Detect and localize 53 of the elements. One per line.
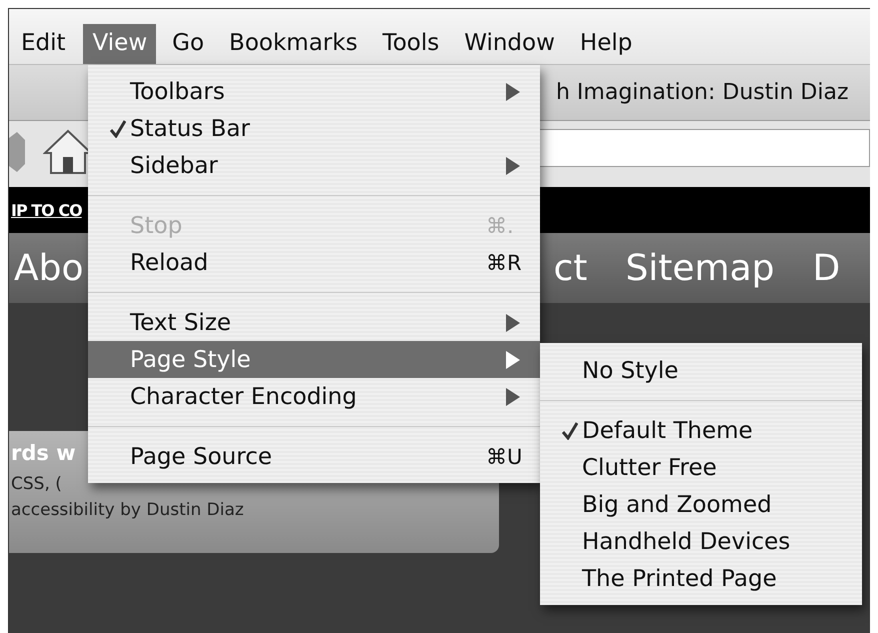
menu-item-label: Big and Zoomed [582, 492, 773, 518]
menu-item-label: Text Size [130, 310, 232, 336]
skip-link[interactable]: IP TO CO [9, 200, 82, 220]
menu-item[interactable]: Big and Zoomed [540, 486, 862, 523]
nav-link[interactable]: D [812, 248, 840, 288]
menu-item[interactable]: Clutter Free [540, 449, 862, 486]
menu-item-label: Default Theme [582, 418, 754, 444]
menu-item[interactable]: Toolbars [88, 73, 540, 110]
menu-bar-item[interactable]: View [82, 24, 156, 64]
window-title: h Imagination: Dustin Diaz [556, 80, 848, 105]
menu-item[interactable]: Default Theme [540, 412, 862, 449]
menu-bar-item[interactable]: Go [162, 24, 214, 64]
menu-item-label: Stop [130, 212, 184, 238]
menu-item-label: Status Bar [130, 116, 251, 142]
menu-bar-item[interactable]: Tools [372, 24, 448, 64]
submenu-arrow-icon [506, 314, 520, 332]
submenu-arrow-icon [506, 388, 520, 406]
stop-icon[interactable] [9, 130, 25, 174]
panel-text: accessibility by Dustin Diaz [11, 499, 244, 522]
menu-item-label: Toolbars [130, 78, 226, 104]
submenu-arrow-icon [506, 350, 520, 368]
shortcut-text: ⌘U [486, 444, 524, 468]
nav-link[interactable]: ct [554, 248, 588, 288]
nav-link[interactable]: Abo [14, 248, 84, 288]
panel-text: CSS, ( [11, 473, 62, 496]
menu-item[interactable]: No Style [540, 352, 862, 389]
menu-item[interactable]: Page Source ⌘U [88, 438, 540, 475]
menu-item-label: Clutter Free [582, 454, 718, 480]
menu-bar-item[interactable]: Edit [11, 24, 75, 64]
menu-item-label: The Printed Page [582, 566, 778, 592]
menu-bar-item[interactable]: Help [570, 24, 642, 64]
menu-bar-item[interactable]: Window [454, 24, 564, 64]
menu-item[interactable]: Handheld Devices [540, 523, 862, 560]
menu-item[interactable]: Character Encoding [88, 378, 540, 415]
menu-item[interactable]: Page Style [88, 341, 540, 378]
submenu-arrow-icon [506, 82, 520, 100]
menu-item-label: Handheld Devices [582, 528, 792, 554]
menu-item-label: No Style [582, 358, 680, 384]
menu-item[interactable]: Status Bar [88, 110, 540, 147]
menu-item-label: Page Style [130, 346, 252, 372]
menu-item-label: Reload [130, 250, 210, 276]
nav-link[interactable]: Sitemap [625, 248, 775, 288]
shortcut-text: ⌘R [486, 250, 523, 274]
menu-item[interactable]: The Printed Page [540, 560, 862, 597]
menu-item[interactable]: Text Size [88, 304, 540, 341]
menu-item[interactable]: Reload ⌘R [88, 244, 540, 281]
menu-item-label: Character Encoding [130, 384, 358, 410]
panel-heading: rds w [11, 441, 76, 465]
menu-item-label: Sidebar [130, 152, 219, 178]
submenu-arrow-icon [506, 156, 520, 174]
menu-bar-item[interactable]: Bookmarks [219, 24, 367, 64]
menu-item-label: Page Source [130, 444, 273, 470]
shortcut-text: ⌘. [486, 214, 515, 238]
